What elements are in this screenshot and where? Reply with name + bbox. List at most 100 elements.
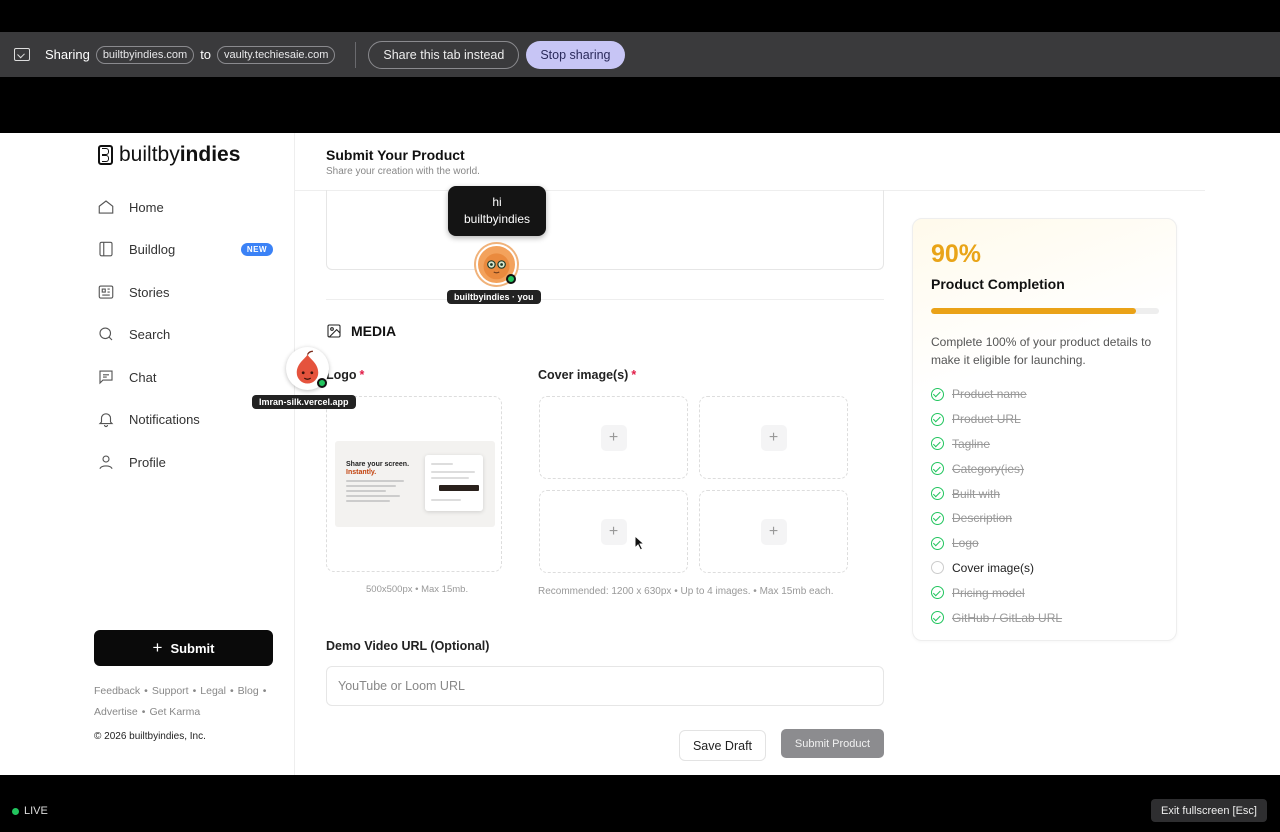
completion-title: Product Completion [931, 276, 1065, 292]
completion-progress-bar [931, 308, 1159, 314]
user-icon [97, 453, 115, 471]
checklist-item-label: Logo [952, 536, 979, 551]
sidebar-item-buildlog[interactable]: Buildlog NEW [97, 235, 277, 263]
sidebar-item-notifications[interactable]: Notifications [97, 405, 277, 433]
required-mark: * [631, 368, 637, 382]
check-circle-icon [931, 511, 944, 525]
page-title: Submit Your Product [326, 147, 465, 163]
chat-bubble-tooltip: hi builtbyindies [448, 186, 546, 236]
check-circle-icon [931, 412, 944, 426]
completion-progress-fill [931, 308, 1137, 314]
checklist-item: Pricing model [931, 580, 1062, 605]
checklist-item: GitHub / GitLab URL [931, 605, 1062, 630]
checklist-item-label: Description [952, 511, 1013, 526]
sidebar-item-label: Home [129, 199, 164, 215]
footer-link-feedback[interactable]: Feedback [94, 685, 140, 697]
completion-checklist: Product name Product URL Tagline Category(i… [931, 382, 1062, 630]
chat-icon [97, 368, 115, 386]
logo-preview-line2: Instantly. [346, 469, 377, 476]
sidebar: builtby indies Home Buildlog NEW Stories … [0, 133, 295, 775]
exit-fullscreen-button[interactable]: Exit fullscreen [Esc] [1151, 799, 1267, 822]
stop-sharing-button[interactable]: Stop sharing [526, 40, 625, 69]
sidebar-item-chat[interactable]: Chat [97, 363, 277, 391]
demo-video-label: Demo Video URL (Optional) [326, 639, 490, 653]
sharing-label: Sharing [45, 47, 90, 62]
sidebar-item-stories[interactable]: Stories [97, 278, 277, 306]
demo-video-url-input[interactable] [326, 666, 884, 706]
checklist-item-label: Pricing model [952, 585, 1025, 600]
footer-link-advertise[interactable]: Advertise [94, 706, 138, 718]
footer-link-get-karma[interactable]: Get Karma [149, 706, 200, 718]
check-circle-icon [931, 536, 944, 550]
share-tab-instead-button[interactable]: Share this tab instead [368, 40, 520, 69]
to-label: to [200, 47, 212, 62]
section-divider [326, 299, 884, 300]
live-dot [12, 807, 19, 815]
logo-preview-line1: Share your screen. [346, 461, 410, 468]
checklist-item: Product URL [931, 407, 1062, 432]
submit-product-button[interactable]: Submit Product [781, 729, 884, 758]
logo-dropzone[interactable]: Share your screen. Instantly. [326, 396, 502, 572]
target-domain-pill: vaulty.techiesaie.com [217, 45, 336, 64]
plus-icon: + [760, 518, 787, 545]
checklist-item-label: Product name [952, 387, 1027, 402]
sidebar-item-label: Stories [129, 284, 170, 300]
check-circle-icon [931, 487, 944, 501]
checklist-item-label: Product URL [952, 412, 1021, 427]
sidebar-item-label: Profile [129, 454, 166, 470]
live-indicator: LIVE [12, 805, 48, 817]
description-textarea[interactable] [326, 190, 884, 270]
plus-icon: + [152, 638, 163, 657]
check-circle-icon [931, 611, 944, 625]
self-avatar[interactable] [476, 244, 517, 285]
sidebar-item-home[interactable]: Home [97, 193, 277, 221]
checklist-item: Logo [931, 531, 1062, 556]
cover-image-slot-3[interactable]: + [539, 490, 688, 573]
logo-label-text: Logo [326, 368, 357, 382]
footer-link-legal[interactable]: Legal [200, 685, 226, 697]
save-draft-button[interactable]: Save Draft [679, 730, 766, 761]
check-circle-icon [931, 462, 944, 476]
submit-button-label: Submit [170, 640, 215, 656]
plus-icon: + [600, 518, 627, 545]
live-label: LIVE [24, 805, 48, 817]
share-bar-divider [355, 41, 357, 68]
logo-preview-card [425, 455, 483, 511]
cover-label-text: Cover image(s) [538, 368, 629, 382]
checklist-item: Product name [931, 382, 1062, 407]
footer-link-support[interactable]: Support [152, 685, 189, 697]
book-icon [97, 240, 115, 258]
sidebar-item-profile[interactable]: Profile [97, 448, 277, 476]
cover-images-label: Cover image(s) * [538, 368, 636, 382]
submit-button[interactable]: + Submit [94, 630, 273, 666]
product-completion-card: 90% Product Completion Complete 100% of … [912, 218, 1177, 641]
check-circle-icon [931, 586, 944, 600]
checklist-item: Built with [931, 481, 1062, 506]
brand-suffix: indies [179, 143, 241, 166]
cover-image-slot-1[interactable]: + [539, 396, 688, 479]
checklist-item-label: Category(ies) [952, 461, 1025, 476]
bell-icon [97, 410, 115, 428]
image-icon [327, 324, 341, 338]
search-icon [97, 325, 115, 343]
checklist-item: Description [931, 506, 1062, 531]
logo-hint: 500x500px • Max 15mb. [366, 584, 469, 595]
brand-logo[interactable]: builtby indies [98, 143, 240, 167]
checklist-item-label: Built with [952, 486, 1001, 501]
source-domain-pill: builtbyindies.com [95, 45, 195, 64]
cover-image-slot-2[interactable]: + [699, 396, 848, 479]
media-heading-text: MEDIA [351, 323, 397, 339]
check-circle-icon [931, 437, 944, 451]
sidebar-item-search[interactable]: Search [97, 320, 277, 348]
sidebar-item-label: Notifications [129, 411, 200, 427]
cover-image-slot-4[interactable]: + [699, 490, 848, 573]
footer-link-blog[interactable]: Blog [238, 685, 259, 697]
checklist-item-label: Cover image(s) [952, 560, 1035, 575]
page-subtitle: Share your creation with the world. [326, 166, 480, 177]
plus-icon: + [600, 424, 627, 451]
screen-share-icon [14, 48, 30, 61]
peer-avatar[interactable] [286, 347, 329, 390]
completion-description: Complete 100% of your product details to… [931, 335, 1152, 367]
check-circle-icon [931, 387, 944, 401]
screen-share-bar: Sharing builtbyindies.com to vaulty.tech… [0, 32, 1280, 77]
